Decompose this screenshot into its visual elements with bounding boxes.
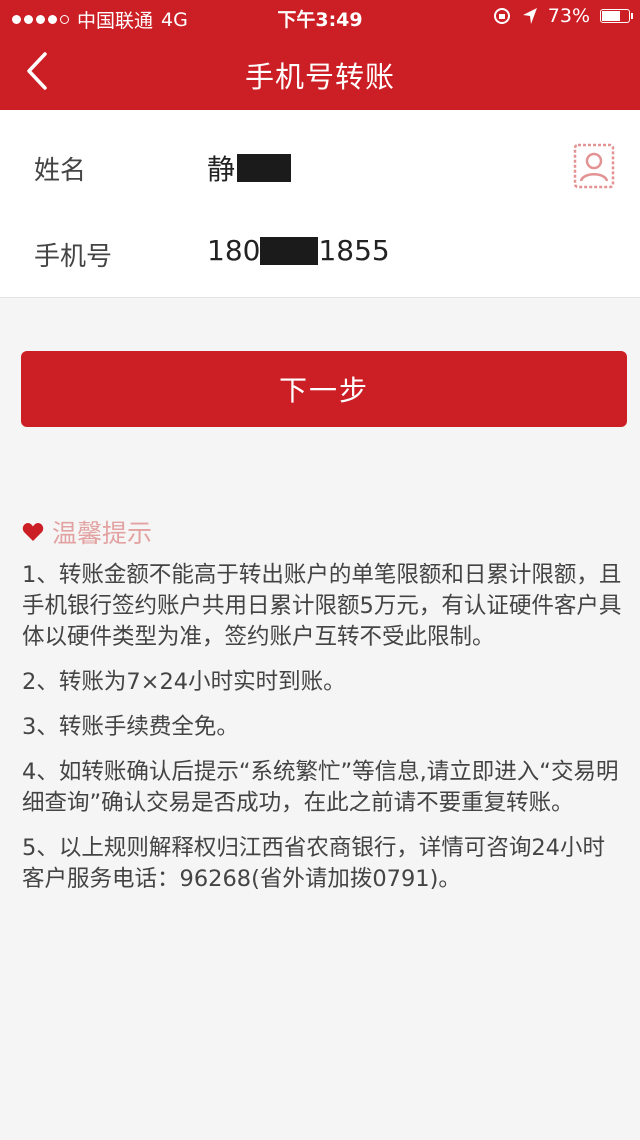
contact-card-icon[interactable] — [572, 142, 616, 190]
tip-item: 4、如转账确认后提示“系统繁忙”等信息,请立即进入“交易明细查询”确认交易是否成… — [22, 759, 619, 816]
status-right: 73% — [492, 5, 633, 27]
tip-item: 2、转账为7×24小时实时到账。 — [22, 669, 346, 695]
transfer-form: 姓名 静 手机号 180 1855 — [0, 110, 640, 298]
location-arrow-icon — [522, 8, 537, 24]
tip-item: 1、转账金额不能高于转出账户的单笔限额和日累计限额，且手机银行签约账户共用日累计… — [22, 562, 622, 650]
tips-title: 温馨提示 — [52, 519, 153, 548]
tip-item: 3、转账手续费全免。 — [22, 714, 239, 740]
page-title: 手机号转账 — [244, 60, 395, 94]
tips-header: 温馨提示 — [22, 514, 152, 550]
name-text: 静 — [207, 153, 236, 186]
name-value[interactable]: 静 — [207, 148, 292, 188]
battery-icon — [600, 9, 633, 23]
phone-value[interactable]: 180 1855 — [207, 234, 390, 267]
redaction-mask — [237, 154, 292, 182]
redaction-mask — [260, 236, 319, 265]
status-bar: 中国联通 4G 下午3:49 73% — [0, 0, 640, 34]
phone-prefix: 180 — [207, 234, 261, 267]
battery-percent: 73% — [547, 5, 590, 27]
lock-rotation-icon — [493, 8, 510, 24]
nav-bar: 手机号转账 — [0, 34, 640, 110]
phone-label: 手机号 — [34, 242, 113, 272]
name-row: 姓名 静 — [0, 124, 640, 210]
next-step-button[interactable]: 下一步 — [21, 351, 627, 427]
phone-suffix: 1855 — [318, 234, 390, 267]
app-header: 中国联通 4G 下午3:49 73% 手机号转账 — [0, 0, 640, 110]
tips-list: 1、转账金额不能高于转出账户的单笔限额和日累计限额，且手机银行签约账户共用日累计… — [22, 560, 622, 909]
tip-item: 5、以上规则解释权归江西省农商银行，详情可咨询24小时客户服务电话：96268(… — [22, 835, 605, 892]
heart-icon — [22, 523, 44, 541]
phone-row: 手机号 180 1855 — [0, 210, 640, 296]
name-label: 姓名 — [34, 156, 87, 186]
